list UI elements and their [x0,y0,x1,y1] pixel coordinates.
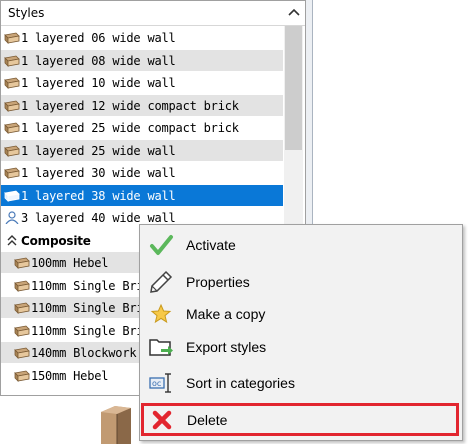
close-icon [152,410,172,430]
wall-style-icon [4,77,20,89]
wall-style-icon [4,190,20,202]
menu-item-delete[interactable]: Delete [141,403,459,436]
menu-item-label: Delete [187,412,228,428]
style-label: 1 layered 25 wide wall [21,143,176,158]
menu-item-sort-categories[interactable]: oc Sort in categories [140,366,462,400]
style-label: 110mm Single Bric [31,278,151,293]
menu-item-label: Activate [186,237,236,253]
style-label: 150mm Hebel [31,368,109,383]
style-label: 3 layered 40 wide wall [21,211,176,225]
menu-item-label: Make a copy [186,306,266,322]
style-label: 1 layered 10 wide wall [21,76,176,90]
styles-panel-title: Styles [8,6,45,20]
person-icon [5,211,19,224]
menu-item-export-styles[interactable]: Export styles [140,330,462,364]
style-list-item[interactable]: 1 layered 06 wide wall [1,27,283,49]
menu-item-label: Sort in categories [186,375,295,391]
style-label: 1 layered 06 wide wall [21,31,176,45]
wall-style-icon [14,347,30,359]
menu-item-activate[interactable]: Activate [140,228,462,262]
wall-style-icon [4,32,20,44]
style-list-item[interactable]: 1 layered 25 wide wall [1,139,283,162]
wall-style-icon [14,280,30,292]
style-list-item[interactable]: 1 layered 25 wide compact brick [1,117,283,139]
style-label: 1 layered 38 wide wall [21,188,176,203]
style-label: 110mm Single Bric [31,301,151,315]
scrollbar-thumb[interactable] [285,26,302,150]
pencil-icon [150,270,173,293]
checkmark-icon [150,235,173,255]
wall-style-icon [4,122,20,134]
style-list-item[interactable]: 1 layered 10 wide wall [1,72,283,94]
wall-style-icon [4,100,20,112]
menu-item-make-copy[interactable]: Make a copy [140,297,462,331]
style-label: 1 layered 08 wide wall [21,53,176,68]
collapse-chevrons-icon[interactable] [4,234,20,247]
style-list-item[interactable]: 1 layered 38 wide wall [1,184,283,207]
chevron-up-icon[interactable] [285,5,303,21]
sort-categories-icon: oc [149,373,171,393]
style-list-item[interactable]: 1 layered 30 wide wall [1,162,283,184]
star-icon [150,303,172,324]
style-list-item[interactable]: 1 layered 08 wide wall [1,49,283,72]
wall-preview-graphic [101,406,131,444]
category-label: Composite [21,233,91,248]
style-label: 140mm Blockwork [31,346,137,360]
wall-style-icon [14,370,30,382]
menu-item-label: Export styles [186,339,267,355]
style-label: 1 layered 12 wide compact brick [21,98,239,113]
style-label: 1 layered 30 wide wall [21,166,176,180]
folder-export-icon [149,339,173,356]
context-menu: Activate Properties Make a copy Export s… [139,224,463,441]
style-list-item[interactable]: 1 layered 12 wide compact brick [1,94,283,117]
wall-style-icon [4,145,20,157]
wall-style-icon [4,167,20,179]
wall-style-icon [14,325,30,337]
svg-text:oc: oc [152,379,161,388]
menu-item-label: Properties [186,274,250,290]
wall-style-icon [14,302,30,314]
wall-style-icon [14,257,30,269]
style-label: 110mm Single Bric [31,323,151,338]
styles-panel-header: Styles [1,1,305,26]
menu-item-properties[interactable]: Properties [140,265,462,299]
window-frame-edge [306,0,313,236]
wall-style-icon [4,55,20,67]
style-label: 100mm Hebel [31,256,109,270]
style-label: 1 layered 25 wide compact brick [21,121,239,135]
